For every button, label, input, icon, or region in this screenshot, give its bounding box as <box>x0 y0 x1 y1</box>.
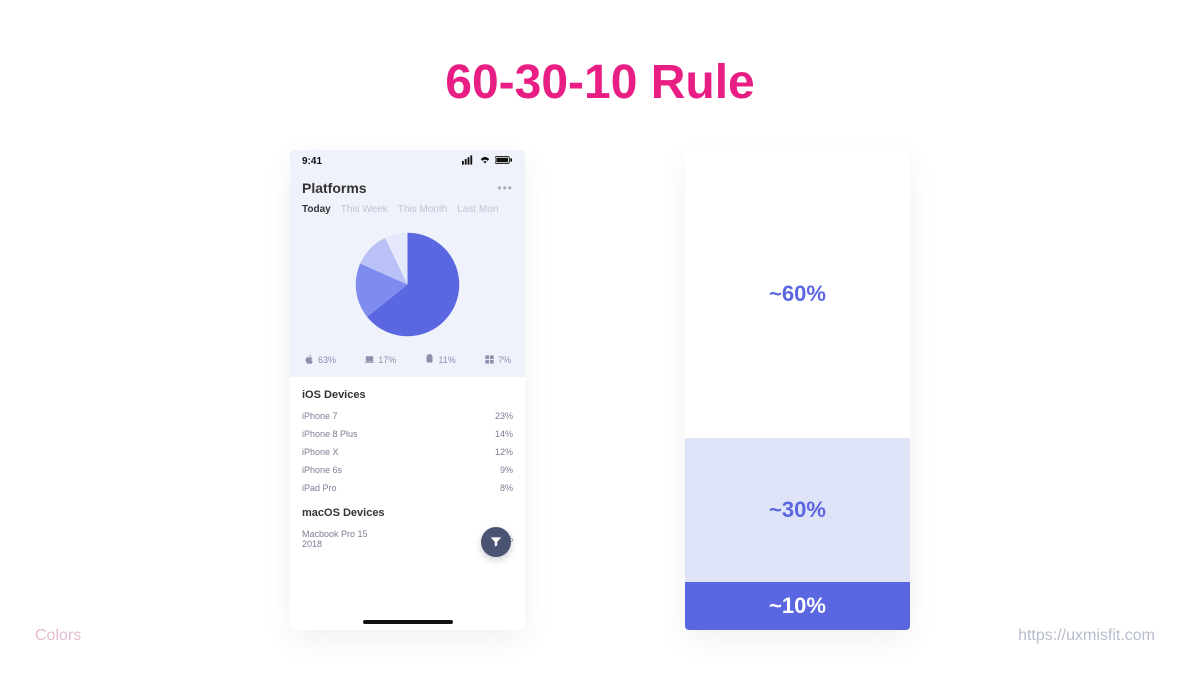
device-row: iPad Pro 8% <box>302 483 513 493</box>
time-range-tabs: Today This Week This Month Last Mon <box>302 204 513 215</box>
page-title: 60-30-10 Rule <box>0 55 1200 110</box>
device-bar-track <box>380 486 479 490</box>
status-right <box>462 155 513 168</box>
footer-attribution: https://uxmisfit.com <box>1018 627 1155 645</box>
device-pct: 12% <box>487 447 513 457</box>
device-name: iPhone 6s <box>302 465 372 475</box>
signal-icon <box>462 155 475 168</box>
legend-macos-pct: 17% <box>378 355 396 365</box>
home-indicator <box>363 620 453 624</box>
device-bar-track <box>380 414 479 418</box>
filter-fab[interactable] <box>481 527 511 557</box>
device-name: iPhone 7 <box>302 411 372 421</box>
device-pct: 23% <box>487 411 513 421</box>
legend-macos: 17% <box>364 354 396 365</box>
device-name: iPhone X <box>302 447 372 457</box>
list-title-macos: macOS Devices <box>302 507 513 519</box>
legend-apple-pct: 63% <box>318 355 336 365</box>
pie-chart-wrap <box>302 227 513 342</box>
phone-mockup: 9:41 Platforms ••• Today This Week <box>290 150 525 630</box>
content-row: 9:41 Platforms ••• Today This Week <box>0 150 1200 630</box>
device-row: iPhone 7 23% <box>302 411 513 421</box>
funnel-icon <box>489 535 503 549</box>
stack-60: ~60% <box>685 150 910 438</box>
device-name: iPad Pro <box>302 483 372 493</box>
devices-card: iOS Devices iPhone 723%iPhone 8 Plus14%i… <box>290 377 525 630</box>
device-bar-track <box>380 468 479 472</box>
device-row: iPhone 8 Plus 14% <box>302 429 513 439</box>
platforms-card: Platforms ••• Today This Week This Month… <box>290 172 525 377</box>
status-bar: 9:41 <box>290 150 525 172</box>
legend-android: 11% <box>424 354 455 365</box>
device-pct: 9% <box>487 465 513 475</box>
list-title-ios: iOS Devices <box>302 389 513 401</box>
footer-category: Colors <box>35 627 81 645</box>
legend-android-pct: 11% <box>438 355 455 365</box>
device-pct: 8% <box>487 483 513 493</box>
stack-10: ~10% <box>685 582 910 630</box>
more-icon[interactable]: ••• <box>497 181 513 195</box>
tab-last-month[interactable]: Last Mon <box>457 204 498 215</box>
tab-today[interactable]: Today <box>302 204 331 215</box>
legend-windows-pct: 7% <box>498 355 511 365</box>
legend-windows: 7% <box>484 354 511 365</box>
device-name: Macbook Pro 15 2018 <box>302 529 372 549</box>
legend-apple: 63% <box>304 354 336 365</box>
tab-this-month[interactable]: This Month <box>398 204 447 215</box>
laptop-icon <box>364 354 375 365</box>
status-time: 9:41 <box>302 156 322 167</box>
windows-icon <box>484 354 495 365</box>
pie-chart <box>350 227 465 342</box>
platforms-title: Platforms <box>302 180 367 196</box>
platform-legend: 63% 17% 11% 7% <box>302 354 513 365</box>
device-name: iPhone 8 Plus <box>302 429 372 439</box>
device-row: iPhone 6s 9% <box>302 465 513 475</box>
device-row: iPhone X 12% <box>302 447 513 457</box>
device-pct: 14% <box>487 429 513 439</box>
proportion-stack: ~60% ~30% ~10% <box>685 150 910 630</box>
tab-this-week[interactable]: This Week <box>341 204 388 215</box>
device-bar-track <box>380 432 479 436</box>
wifi-icon <box>479 155 491 168</box>
device-bar-track <box>380 537 479 541</box>
stack-30: ~30% <box>685 438 910 582</box>
device-bar-track <box>380 450 479 454</box>
android-icon <box>424 354 435 365</box>
battery-icon <box>495 155 513 168</box>
apple-icon <box>304 354 315 365</box>
